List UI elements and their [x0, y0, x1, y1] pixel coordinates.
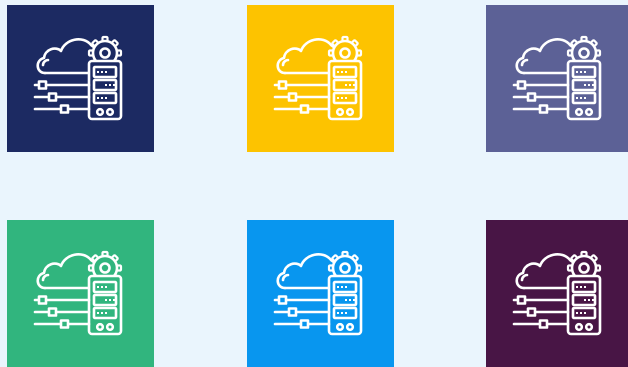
- icon-tile-green: [7, 220, 154, 367]
- icon-tile-slate: [486, 5, 628, 152]
- icon-tile-navy: [7, 5, 154, 152]
- cloud-server-settings-icon: [33, 250, 123, 336]
- cloud-server-settings-icon: [512, 250, 602, 336]
- cloud-server-settings-icon: [33, 35, 123, 121]
- cloud-server-settings-icon: [273, 35, 363, 121]
- icon-tile-yellow: [247, 5, 394, 152]
- icon-tile-purple: [486, 220, 628, 367]
- cloud-server-settings-icon: [273, 250, 363, 336]
- cloud-server-settings-icon: [512, 35, 602, 121]
- icon-tile-blue: [247, 220, 394, 367]
